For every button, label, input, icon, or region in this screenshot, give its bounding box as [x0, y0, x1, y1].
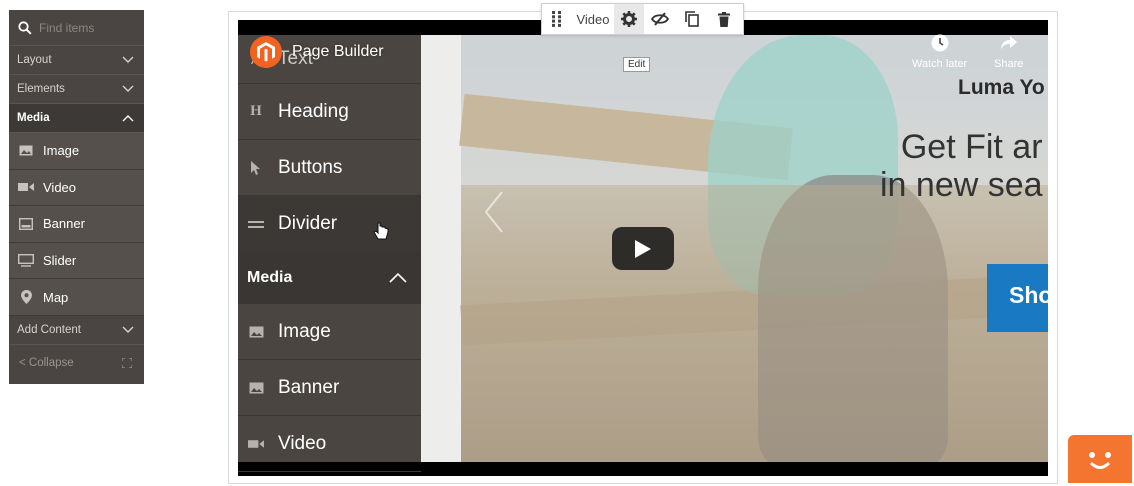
group-media[interactable]: Media — [9, 104, 144, 133]
toolbar-label: Video — [576, 11, 610, 27]
shop-button: Sho — [987, 264, 1048, 332]
share-button[interactable]: Share — [994, 34, 1023, 70]
collapse-label: < Collapse — [19, 356, 74, 369]
play-icon — [635, 239, 651, 258]
watch-later-button[interactable]: Watch later — [912, 34, 967, 70]
group-layout[interactable]: Layout — [9, 46, 144, 75]
settings-button[interactable] — [614, 4, 644, 34]
hero-headline: Get Fit ar in new sea — [880, 128, 1043, 204]
inner-sidebar: A Text H Heading Buttons Divider Media I… — [238, 35, 421, 472]
media-item-image[interactable]: Image — [9, 133, 144, 170]
inner-media-label: Media — [247, 269, 293, 286]
trash-icon — [718, 11, 730, 27]
media-item-slider[interactable]: Slider — [9, 242, 144, 280]
inner-row-label: Image — [278, 320, 331, 342]
divider-icon — [248, 219, 264, 229]
chevron-down-icon — [122, 56, 134, 63]
media-item-video[interactable]: Video — [9, 169, 144, 207]
search-bar[interactable]: Find items — [9, 10, 144, 46]
page-builder-panel: Find items Layout Elements Media Image V… — [9, 10, 144, 384]
fullscreen-icon[interactable] — [122, 357, 132, 368]
slider-icon — [18, 254, 34, 268]
magento-logo-icon — [250, 36, 282, 68]
image-icon — [248, 326, 264, 338]
banner-icon — [18, 217, 34, 231]
group-elements[interactable]: Elements — [9, 75, 144, 104]
content-type-toolbar: Video — [541, 3, 744, 35]
media-item-label: Slider — [43, 253, 77, 269]
group-elements-label: Elements — [17, 83, 65, 95]
play-button[interactable] — [612, 227, 674, 270]
hero-line-1: Get Fit ar — [900, 128, 1043, 166]
chevron-down-icon — [122, 85, 134, 92]
video-icon — [248, 439, 264, 449]
copy-icon — [685, 11, 699, 27]
hero-brand-text: Luma Yo — [958, 76, 1045, 99]
duplicate-button[interactable] — [676, 4, 708, 34]
group-add-content[interactable]: Add Content — [9, 316, 144, 345]
cursor-arrow-icon — [248, 160, 264, 175]
inner-row-label: Banner — [278, 376, 340, 398]
inner-media-header: Media — [238, 252, 421, 304]
clock-icon — [931, 34, 949, 52]
edit-tooltip: Edit — [623, 57, 651, 72]
chevron-down-icon — [122, 326, 134, 333]
chevron-up-icon — [122, 115, 134, 122]
inner-row-label: Divider — [278, 212, 338, 234]
search-input[interactable]: Find items — [39, 21, 94, 35]
remove-button[interactable] — [708, 4, 740, 34]
banner-icon — [248, 382, 264, 394]
map-pin-icon — [18, 290, 34, 305]
media-item-map[interactable]: Map — [9, 279, 144, 316]
inner-row-divider: Divider — [238, 196, 421, 252]
inner-row-label: Heading — [278, 100, 349, 122]
help-widget[interactable] — [1068, 435, 1132, 483]
smiley-icon — [1089, 452, 1111, 469]
move-handle[interactable] — [542, 4, 572, 34]
image-icon — [18, 144, 34, 158]
media-item-banner[interactable]: Banner — [9, 206, 144, 243]
video-title[interactable]: Page Builder — [292, 43, 384, 61]
inner-row-buttons: Buttons — [238, 140, 421, 196]
hand-cursor-icon — [373, 222, 389, 239]
gear-icon — [621, 11, 637, 27]
video-icon — [18, 180, 34, 194]
inner-row-video: Video — [238, 416, 421, 472]
inner-row-heading: H Heading — [238, 84, 421, 140]
hide-button[interactable] — [644, 4, 676, 34]
collapse-button[interactable]: < Collapse — [9, 345, 144, 381]
group-media-label: Media — [17, 112, 50, 124]
inner-row-label: Video — [278, 432, 327, 454]
eye-slash-icon — [651, 12, 669, 26]
heading-icon: H — [250, 103, 262, 119]
media-item-label: Banner — [43, 216, 85, 232]
video-embed[interactable]: A Text H Heading Buttons Divider Media I… — [238, 20, 1048, 476]
share-icon — [1000, 36, 1017, 50]
search-icon — [18, 20, 32, 35]
video-title-bar: Page Builder — [250, 36, 384, 68]
inner-row-banner: Banner — [238, 360, 421, 416]
media-item-label: Video — [43, 179, 77, 195]
chevron-up-icon — [389, 273, 407, 283]
watch-later-label: Watch later — [912, 58, 968, 70]
inner-row-label: Buttons — [278, 156, 343, 178]
hero-line-2: in new sea — [880, 166, 1043, 204]
chevron-left-icon — [484, 191, 503, 233]
drag-handle-icon — [552, 11, 561, 27]
media-item-label: Image — [43, 143, 80, 159]
inner-row-image: Image — [238, 304, 421, 360]
group-add-content-label: Add Content — [17, 323, 81, 336]
group-layout-label: Layout — [17, 54, 52, 66]
media-item-label: Map — [43, 289, 69, 305]
share-label: Share — [994, 58, 1024, 70]
